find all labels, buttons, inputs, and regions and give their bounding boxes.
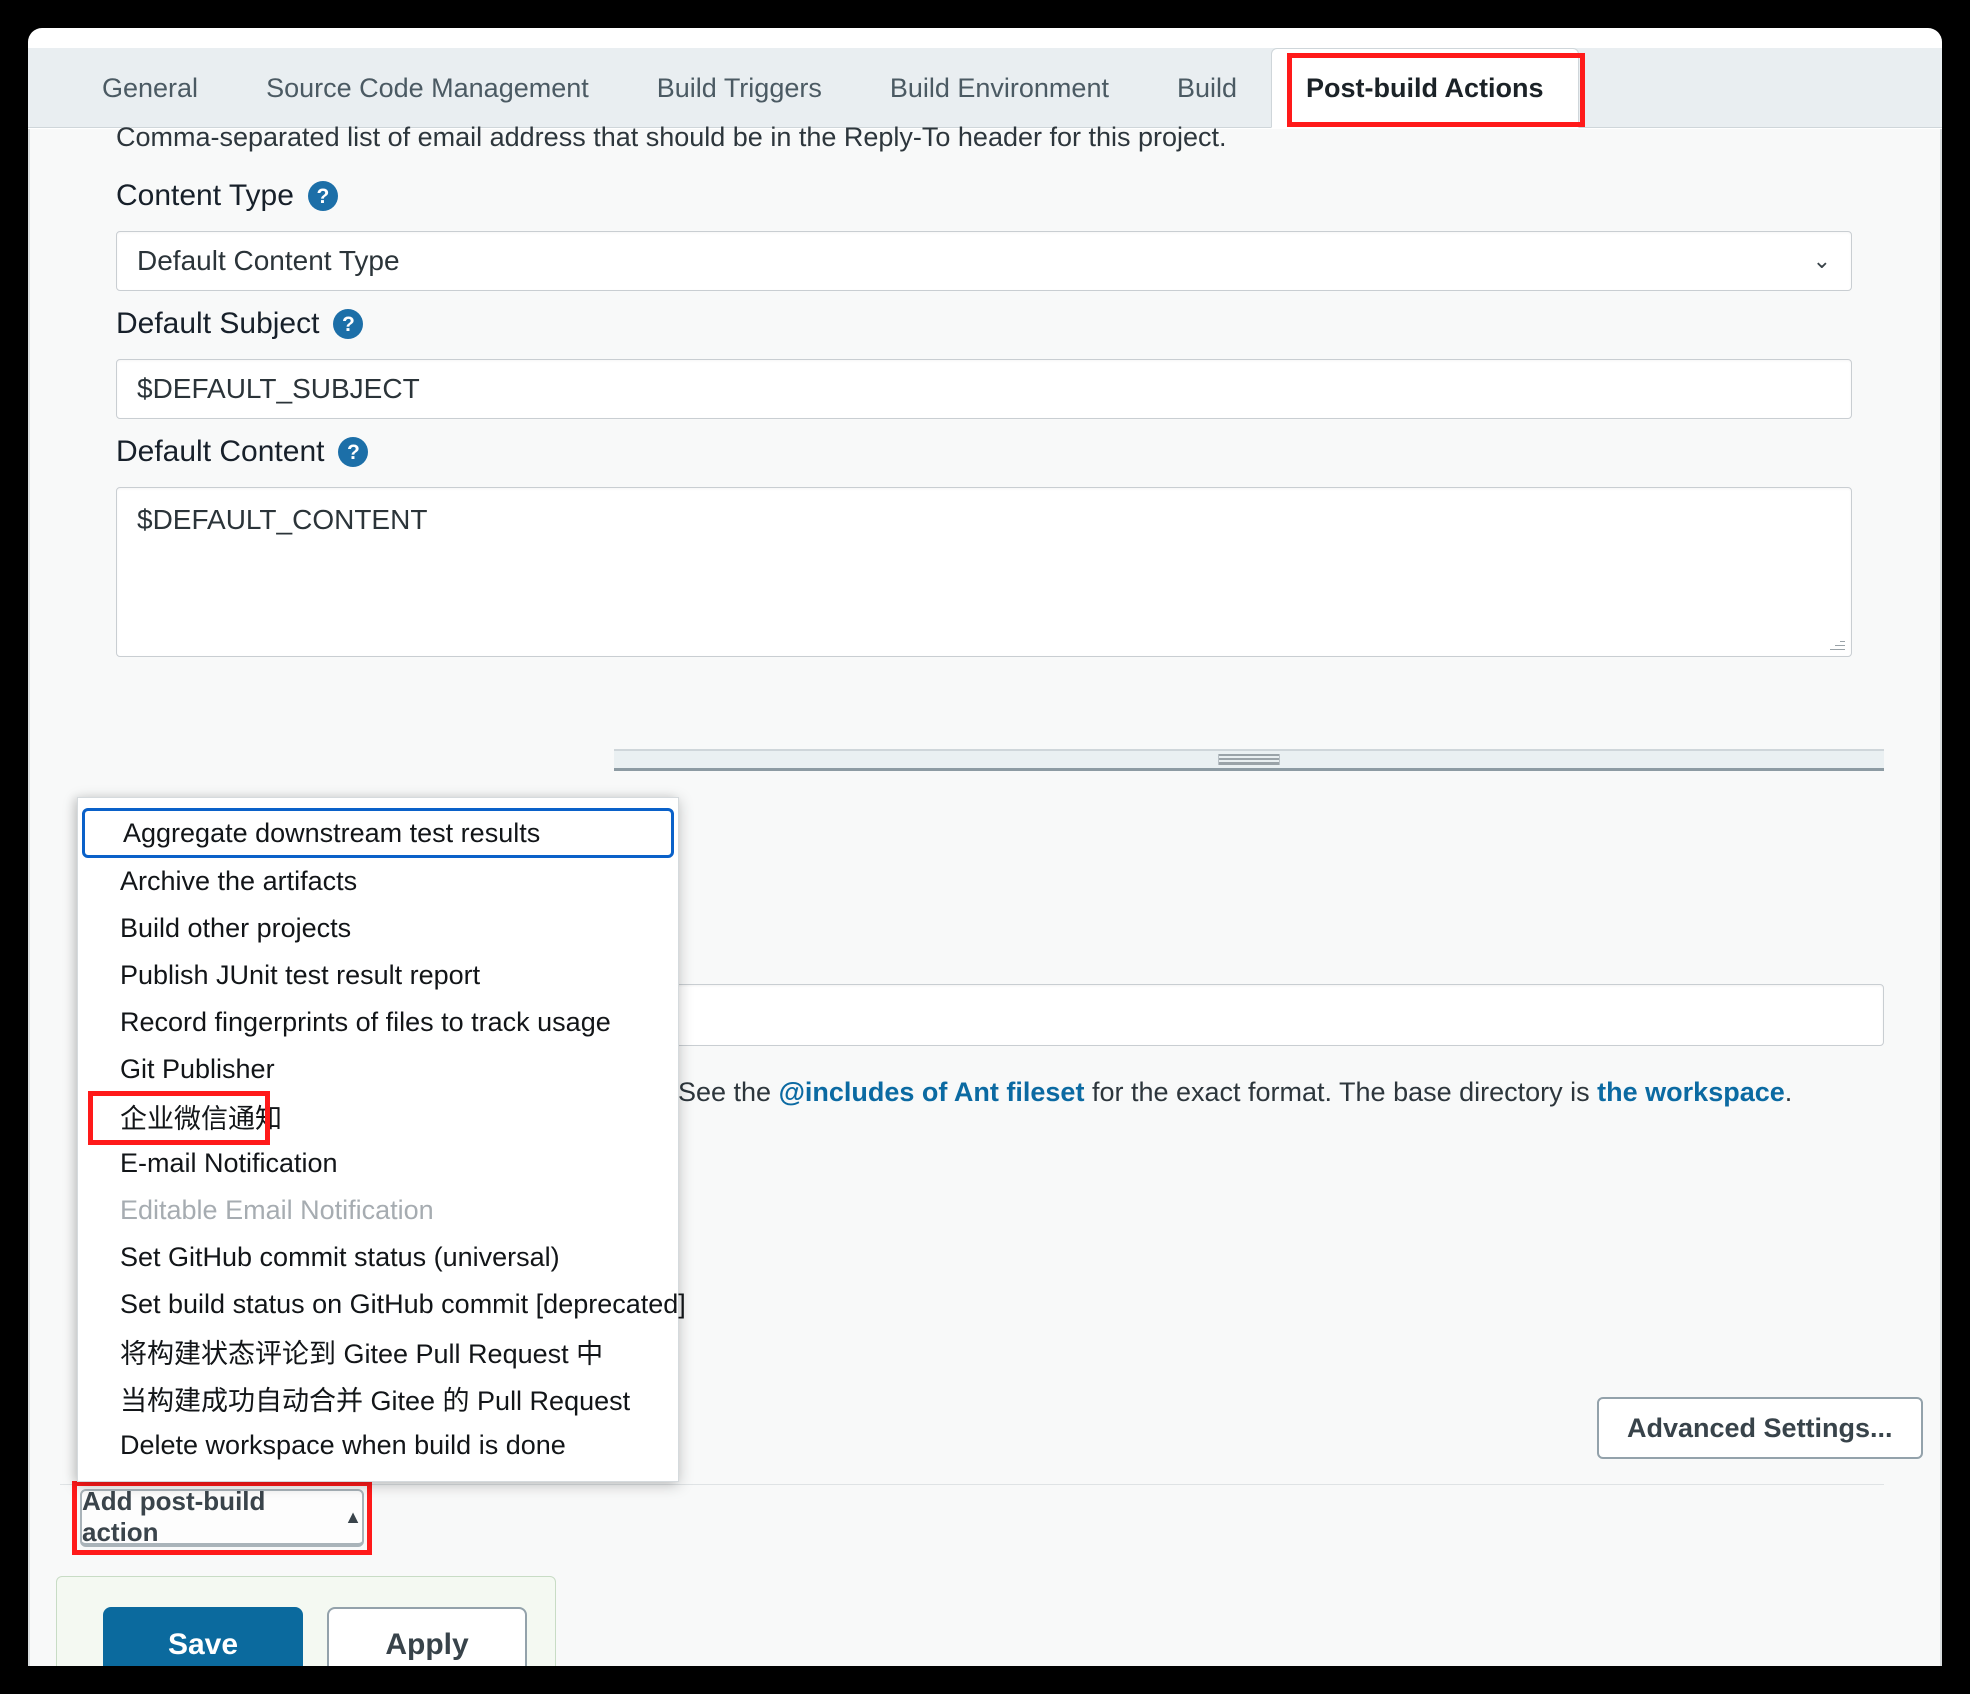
menu-item-label: E-mail Notification xyxy=(120,1148,338,1179)
menu-item-delete-workspace-when-build-is-done[interactable]: Delete workspace when build is done xyxy=(78,1422,678,1469)
panel-splitter[interactable] xyxy=(614,749,1884,771)
menu-item-aggregate-downstream-test-results[interactable]: Aggregate downstream test results xyxy=(82,808,674,858)
help-icon[interactable]: ? xyxy=(333,309,363,339)
config-form-panel: Comma-separated list of email address th… xyxy=(28,129,1942,1666)
default-subject-value: $DEFAULT_SUBJECT xyxy=(137,373,420,405)
menu-item-label: Delete workspace when build is done xyxy=(120,1430,566,1461)
tab-general-label: General xyxy=(102,73,198,104)
save-button[interactable]: Save xyxy=(103,1607,303,1666)
workspace-link[interactable]: the workspace xyxy=(1597,1077,1785,1107)
menu-item-label: 当构建成功自动合并 Gitee 的 Pull Request xyxy=(120,1379,630,1418)
post-build-action-dropdown-menu[interactable]: Aggregate downstream test results Archiv… xyxy=(77,797,679,1482)
config-tab-bar: General Source Code Management Build Tri… xyxy=(28,48,1942,128)
menu-item-wecom-notification[interactable]: 企业微信通知 xyxy=(78,1093,678,1140)
tab-post-build-actions-label: Post-build Actions xyxy=(1306,73,1544,104)
content-type-label-row: Content Type ? xyxy=(116,179,338,213)
caret-up-icon: ▲ xyxy=(344,1507,362,1528)
menu-item-editable-email-notification: Editable Email Notification xyxy=(78,1187,678,1234)
menu-item-label: Aggregate downstream test results xyxy=(123,818,540,849)
menu-item-label: Set build status on GitHub commit [depre… xyxy=(120,1289,686,1320)
menu-item-label: Record fingerprints of files to track us… xyxy=(120,1007,611,1038)
advanced-settings-label: Advanced Settings... xyxy=(1627,1413,1893,1444)
menu-item-archive-the-artifacts[interactable]: Archive the artifacts xyxy=(78,858,678,905)
default-subject-label: Default Subject xyxy=(116,307,319,341)
default-subject-input[interactable]: $DEFAULT_SUBJECT xyxy=(116,359,1852,419)
add-post-build-action-wrap: Add post-build action ▲ xyxy=(80,1489,364,1547)
fileset-text-after: . xyxy=(1785,1077,1793,1107)
tab-build-environment-label: Build Environment xyxy=(890,73,1109,104)
footer-buttons: Save Apply xyxy=(103,1607,527,1666)
default-content-value: $DEFAULT_CONTENT xyxy=(137,504,427,535)
menu-item-build-other-projects[interactable]: Build other projects xyxy=(78,905,678,952)
menu-item-label: 将构建状态评论到 Gitee Pull Request 中 xyxy=(120,1332,603,1371)
ant-fileset-link[interactable]: @includes of Ant fileset xyxy=(779,1077,1085,1107)
tab-build[interactable]: Build xyxy=(1143,48,1271,128)
menu-item-auto-merge-gitee-pr-on-success[interactable]: 当构建成功自动合并 Gitee 的 Pull Request xyxy=(78,1375,678,1422)
advanced-settings-button[interactable]: Advanced Settings... xyxy=(1597,1397,1923,1459)
browser-window: General Source Code Management Build Tri… xyxy=(28,28,1942,1666)
add-post-build-action-button[interactable]: Add post-build action ▲ xyxy=(80,1489,364,1547)
menu-item-git-publisher[interactable]: Git Publisher xyxy=(78,1046,678,1093)
reply-to-help-text: Comma-separated list of email address th… xyxy=(116,121,1227,155)
chevron-down-icon: ⌄ xyxy=(1813,248,1831,274)
tab-source-code-management[interactable]: Source Code Management xyxy=(232,48,623,128)
default-content-label-row: Default Content ? xyxy=(116,435,368,469)
menu-item-record-fingerprints[interactable]: Record fingerprints of files to track us… xyxy=(78,999,678,1046)
fileset-text-middle: for the exact format. The base directory… xyxy=(1084,1077,1597,1107)
menu-item-email-notification[interactable]: E-mail Notification xyxy=(78,1140,678,1187)
menu-item-label: Publish JUnit test result report xyxy=(120,960,480,991)
content-type-select[interactable]: Default Content Type ⌄ xyxy=(116,231,1852,291)
default-content-label: Default Content xyxy=(116,435,324,469)
tab-build-label: Build xyxy=(1177,73,1237,104)
tab-build-environment[interactable]: Build Environment xyxy=(856,48,1143,128)
splitter-grip-icon xyxy=(1218,754,1280,765)
attachments-input[interactable] xyxy=(614,984,1884,1046)
menu-item-set-build-status-on-github-commit[interactable]: Set build status on GitHub commit [depre… xyxy=(78,1281,678,1328)
menu-item-publish-junit-test-result-report[interactable]: Publish JUnit test result report xyxy=(78,952,678,999)
form-footer: Save Apply xyxy=(56,1576,556,1666)
content-type-label: Content Type xyxy=(116,179,294,213)
tab-post-build-actions[interactable]: Post-build Actions xyxy=(1271,48,1579,128)
menu-item-label: Editable Email Notification xyxy=(120,1195,434,1226)
config-tab-list: General Source Code Management Build Tri… xyxy=(68,48,1579,128)
help-icon[interactable]: ? xyxy=(338,437,368,467)
menu-item-comment-build-status-to-gitee-pr[interactable]: 将构建状态评论到 Gitee Pull Request 中 xyxy=(78,1328,678,1375)
tab-general[interactable]: General xyxy=(68,48,232,128)
content-type-value: Default Content Type xyxy=(137,245,400,277)
menu-item-label: Set GitHub commit status (universal) xyxy=(120,1242,560,1273)
tab-build-triggers-label: Build Triggers xyxy=(657,73,822,104)
menu-item-label: 企业微信通知 xyxy=(120,1097,282,1136)
attachments-help-text: See the @includes of Ant fileset for the… xyxy=(678,1077,1792,1108)
menu-item-set-github-commit-status-universal[interactable]: Set GitHub commit status (universal) xyxy=(78,1234,678,1281)
menu-item-label: Build other projects xyxy=(120,913,351,944)
menu-item-label: Archive the artifacts xyxy=(120,866,357,897)
help-icon[interactable]: ? xyxy=(308,181,338,211)
default-content-textarea[interactable]: $DEFAULT_CONTENT xyxy=(116,487,1852,657)
tab-build-triggers[interactable]: Build Triggers xyxy=(623,48,856,128)
menu-item-label: Git Publisher xyxy=(120,1054,275,1085)
fileset-text-before: See the xyxy=(678,1077,779,1107)
add-post-build-action-label: Add post-build action xyxy=(82,1486,332,1548)
resize-handle-icon[interactable] xyxy=(1829,636,1845,652)
apply-button[interactable]: Apply xyxy=(327,1607,527,1666)
panel-divider xyxy=(60,1484,1884,1485)
default-subject-label-row: Default Subject ? xyxy=(116,307,363,341)
tab-source-code-management-label: Source Code Management xyxy=(266,73,589,104)
